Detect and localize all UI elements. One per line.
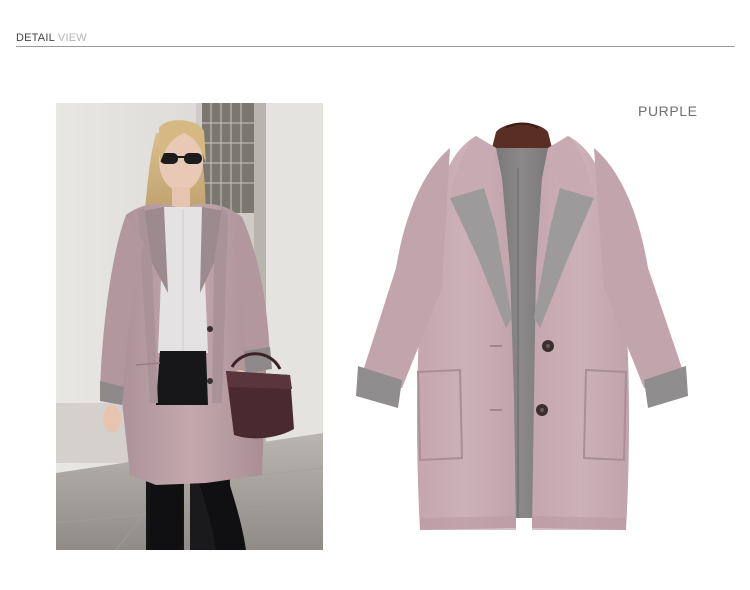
divider [16,46,735,47]
section-title-strong: DETAIL [16,32,55,44]
section-title-soft: VIEW [57,32,87,44]
color-name-label: PURPLE [638,103,698,119]
detail-view-page: DETAIL VIEW PURPLE [0,0,750,590]
section-title: DETAIL VIEW [16,31,87,45]
model-photo [56,103,323,550]
coat-product-image [356,118,688,534]
